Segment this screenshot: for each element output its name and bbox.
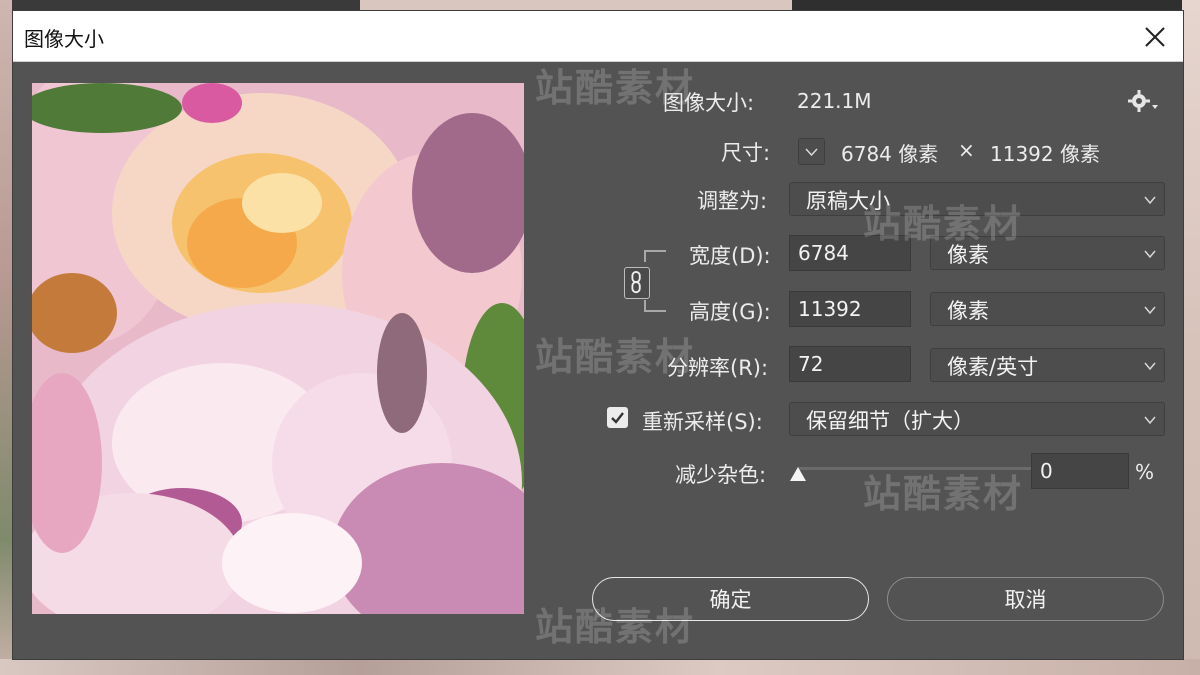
backdrop-canvas-bottom bbox=[0, 659, 1200, 675]
reduce-noise-input[interactable]: 0 bbox=[1031, 453, 1129, 489]
dimensions-times: × bbox=[958, 138, 975, 162]
fit-to-select[interactable]: 原稿大小 bbox=[789, 182, 1165, 216]
reduce-noise-value: 0 bbox=[1040, 459, 1053, 483]
height-value: 11392 bbox=[798, 297, 862, 321]
checkbox-check-icon bbox=[611, 412, 624, 424]
height-unit-value: 像素 bbox=[947, 299, 989, 323]
width-unit-value: 像素 bbox=[947, 243, 989, 267]
dialog-titlebar: 图像大小 bbox=[13, 11, 1183, 62]
dimensions-width: 6784 像素 bbox=[841, 142, 939, 166]
resample-method-value: 保留细节（扩大） bbox=[806, 409, 974, 433]
dimensions-unit-select[interactable] bbox=[798, 138, 825, 165]
image-size-label: 图像大小: bbox=[663, 91, 755, 115]
resolution-label: 分辨率(R): bbox=[667, 356, 769, 380]
gear-icon bbox=[1128, 90, 1158, 112]
flower-preview-image bbox=[32, 83, 524, 614]
ok-button-label: 确定 bbox=[709, 588, 752, 612]
settings-button[interactable] bbox=[1127, 89, 1159, 113]
close-icon bbox=[1145, 27, 1165, 47]
height-label: 高度(G): bbox=[689, 300, 771, 324]
fit-to-label: 调整为: bbox=[697, 189, 768, 213]
image-size-dialog: 图像大小 图像大小: 221.1M 尺寸: 6784 像素 × 11392 像素… bbox=[12, 10, 1184, 660]
chevron-down-icon bbox=[805, 148, 818, 157]
dimensions-height: 11392 像素 bbox=[990, 142, 1100, 166]
chevron-down-icon bbox=[1144, 306, 1156, 315]
reduce-noise-unit: % bbox=[1135, 460, 1155, 484]
constrain-proportions-button[interactable] bbox=[624, 267, 650, 299]
close-button[interactable] bbox=[1137, 19, 1173, 55]
resample-checkbox[interactable] bbox=[607, 407, 628, 428]
backdrop-canvas-left bbox=[0, 0, 12, 675]
height-unit-select[interactable]: 像素 bbox=[930, 292, 1165, 326]
ok-button[interactable]: 确定 bbox=[592, 577, 869, 621]
cancel-button-label: 取消 bbox=[1004, 588, 1047, 612]
width-unit-select[interactable]: 像素 bbox=[930, 236, 1165, 270]
chevron-down-icon bbox=[1144, 250, 1156, 259]
resolution-input[interactable]: 72 bbox=[789, 346, 911, 382]
link-icon bbox=[631, 271, 641, 294]
dialog-title: 图像大小 bbox=[24, 27, 104, 51]
image-preview[interactable] bbox=[32, 83, 524, 614]
chevron-down-icon bbox=[1144, 416, 1156, 425]
dimensions-label: 尺寸: bbox=[721, 141, 771, 165]
chevron-down-icon bbox=[1144, 362, 1156, 371]
height-input[interactable]: 11392 bbox=[789, 291, 911, 327]
reduce-noise-label: 减少杂色: bbox=[675, 463, 767, 487]
resample-method-select[interactable]: 保留细节（扩大） bbox=[789, 402, 1165, 436]
resolution-value: 72 bbox=[798, 352, 824, 376]
fit-to-value: 原稿大小 bbox=[806, 189, 890, 213]
watermark: 站酷素材 bbox=[863, 472, 1024, 516]
chevron-down-icon bbox=[1144, 196, 1156, 205]
width-label: 宽度(D): bbox=[689, 244, 771, 268]
resample-label: 重新采样(S): bbox=[642, 410, 763, 434]
reduce-noise-slider-track[interactable] bbox=[797, 467, 1033, 470]
backdrop-top bbox=[0, 0, 1200, 10]
resolution-unit-value: 像素/英寸 bbox=[947, 355, 1039, 379]
width-value: 6784 bbox=[798, 241, 849, 265]
resolution-unit-select[interactable]: 像素/英寸 bbox=[930, 348, 1165, 382]
slider-triangle-icon[interactable] bbox=[789, 466, 807, 482]
backdrop-canvas-right bbox=[1182, 0, 1200, 675]
width-input[interactable]: 6784 bbox=[789, 235, 911, 271]
image-size-value: 221.1M bbox=[797, 89, 872, 113]
cancel-button[interactable]: 取消 bbox=[887, 577, 1164, 621]
